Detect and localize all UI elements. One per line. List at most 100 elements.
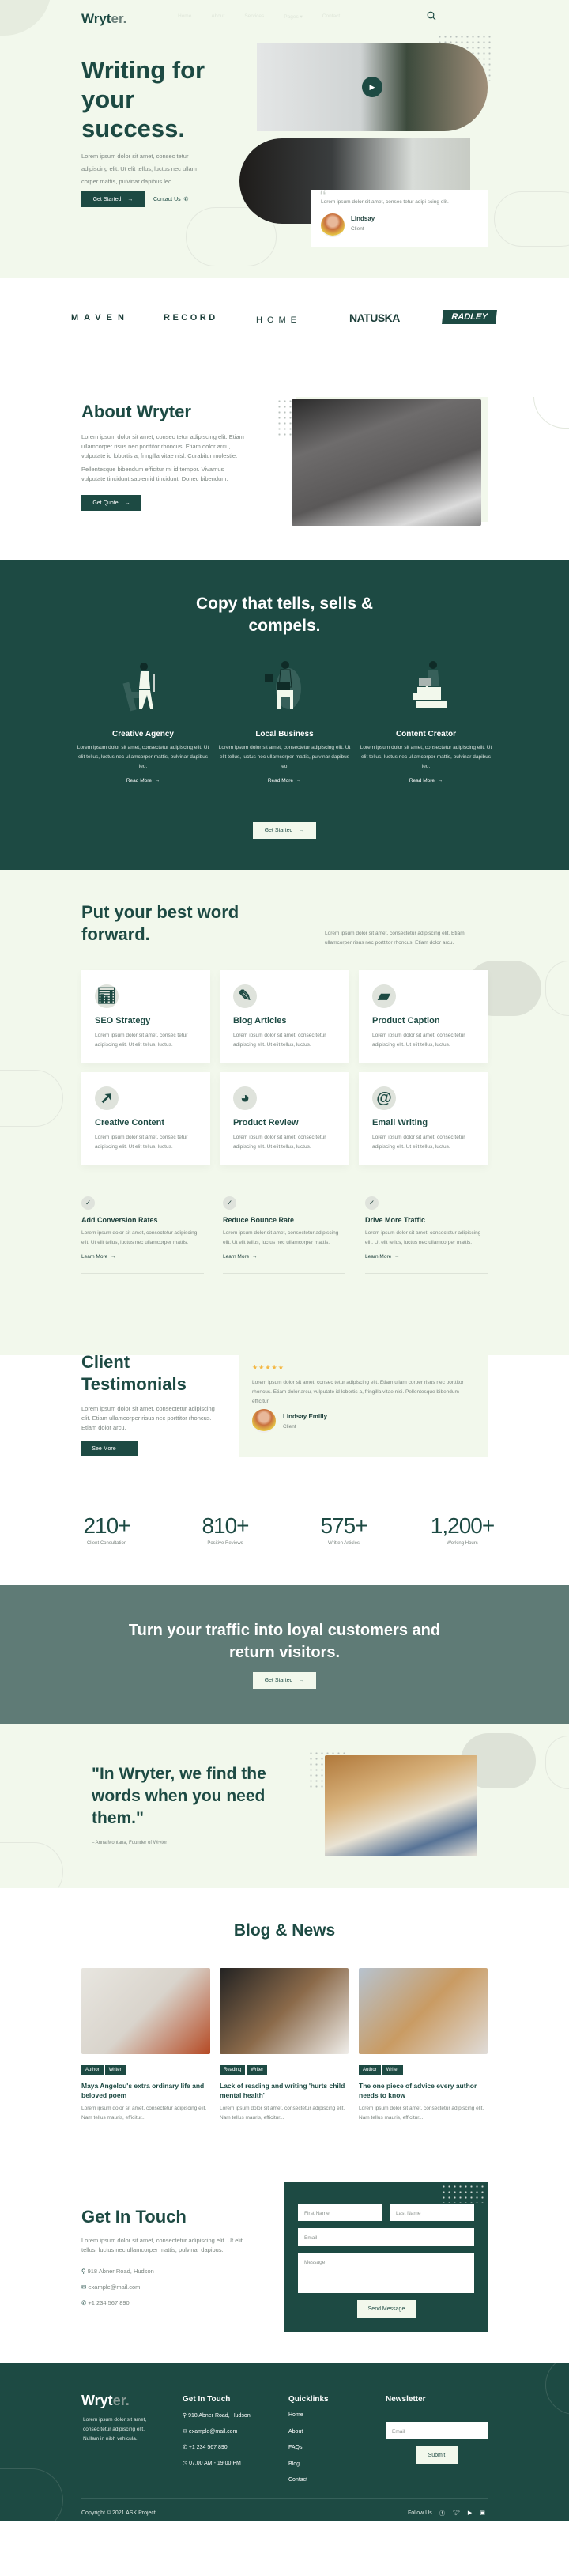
play-icon: ▶: [369, 82, 375, 91]
contact-phone[interactable]: ✆ +1 234 567 890: [81, 2298, 130, 2308]
facebook-icon[interactable]: ⓕ: [439, 2510, 445, 2517]
logo-home: HOME: [256, 315, 301, 325]
check-icon: ✓: [223, 1196, 236, 1210]
post-title[interactable]: Lack of reading and writing 'hurts child…: [220, 2081, 349, 2100]
pie-chart-icon: ◕: [233, 1086, 257, 1110]
service-text: Lorem ipsum dolor sit amet, consec tetur…: [372, 1135, 465, 1150]
newsletter-submit-button[interactable]: Submit: [416, 2446, 458, 2464]
newsletter-email-input[interactable]: Email: [386, 2422, 488, 2439]
nav-contact[interactable]: Contact: [322, 13, 340, 20]
at-icon: @: [372, 1086, 396, 1110]
linkedin-icon[interactable]: ▣: [480, 2510, 485, 2517]
hero-quote: Lorem ipsum dolor sit amet, consec tetur…: [321, 199, 449, 205]
footer-logo[interactable]: Wryter.: [81, 2393, 130, 2409]
check-icon: ✓: [81, 1196, 95, 1210]
post-tag[interactable]: Writer: [382, 2065, 403, 2075]
chevron-down-icon: ▾: [300, 14, 303, 20]
about-section: About Wryter Lorem ipsum dolor sit amet,…: [0, 397, 569, 560]
service-card[interactable]: ➚ Creative Content Lorem ipsum dolor sit…: [81, 1072, 210, 1165]
testimonials-title-line: Client: [81, 1355, 130, 1372]
logo-maven: MAVEN: [71, 313, 130, 323]
get-quote-button[interactable]: Get Quote →: [81, 495, 141, 511]
service-card[interactable]: 📊︎ SEO Strategy Lorem ipsum dolor sit am…: [81, 970, 210, 1063]
post-tag[interactable]: Author: [359, 2065, 381, 2075]
quicklink[interactable]: Blog: [288, 2461, 300, 2467]
logo[interactable]: Wryter.: [81, 11, 126, 27]
last-name-input[interactable]: Last Name: [390, 2204, 474, 2221]
decor-ring: [545, 1736, 569, 1789]
service-card[interactable]: ▰ Product Caption Lorem ipsum dolor sit …: [359, 970, 488, 1063]
arrow-right-icon: →: [296, 778, 302, 784]
learn-more-link[interactable]: Learn More →: [223, 1254, 345, 1260]
get-started-button[interactable]: Get Started →: [81, 191, 145, 207]
copy-item: Local Business Lorem ipsum dolor sit ame…: [217, 659, 352, 784]
nav-home[interactable]: Home: [178, 13, 191, 20]
hero-image-woman-headset: ▶: [257, 43, 488, 131]
email-input[interactable]: Email: [298, 2228, 474, 2246]
read-more-link[interactable]: Read More →: [217, 778, 352, 784]
see-more-button[interactable]: See More →: [81, 1441, 138, 1456]
post-tag[interactable]: Reading: [220, 2065, 246, 2075]
contact-text: Lorem ipsum dolor sit amet, consectetur …: [81, 2237, 243, 2253]
learn-more-link[interactable]: Learn More →: [365, 1254, 488, 1260]
service-title: Product Caption: [372, 1016, 440, 1025]
nav-pages[interactable]: Pages ▾: [284, 13, 303, 20]
service-text: Lorem ipsum dolor sit amet, consec tetur…: [95, 1033, 188, 1048]
post-title[interactable]: The one piece of advice every author nee…: [359, 2081, 488, 2100]
testimonials-text: Lorem ipsum dolor sit amet, consectetur …: [81, 1405, 215, 1431]
service-card[interactable]: @ Email Writing Lorem ipsum dolor sit am…: [359, 1072, 488, 1165]
cursor-click-icon: ➚: [95, 1086, 119, 1110]
quicklink[interactable]: About: [288, 2429, 303, 2434]
client-name: Lindsay: [351, 215, 375, 222]
quicklink[interactable]: FAQs: [288, 2445, 303, 2450]
quicklink[interactable]: Home: [288, 2412, 303, 2418]
first-name-input[interactable]: First Name: [298, 2204, 382, 2221]
newsletter-title: Newsletter: [386, 2395, 426, 2404]
button-label: Get Started: [264, 828, 293, 833]
contact-us-link[interactable]: Contact Us ✆: [153, 196, 188, 202]
service-title: Email Writing: [372, 1118, 428, 1127]
service-title: Blog Articles: [233, 1016, 287, 1025]
nav-about[interactable]: About: [211, 13, 224, 20]
service-text: Lorem ipsum dolor sit amet, consec tetur…: [233, 1135, 326, 1150]
post-tag[interactable]: Writer: [104, 2065, 126, 2075]
post-title[interactable]: Maya Angelou's extra ordinary life and b…: [81, 2081, 210, 2100]
service-card[interactable]: ◕ Product Review Lorem ipsum dolor sit a…: [220, 1072, 349, 1165]
get-started-button[interactable]: Get Started →: [253, 1672, 316, 1689]
post-tag[interactable]: Author: [81, 2065, 104, 2075]
client-role: Client: [351, 226, 364, 232]
hero-section: Wryter. Home About Services Pages ▾ Cont…: [0, 0, 569, 278]
footer-email[interactable]: ✉ example@mail.com: [183, 2428, 237, 2434]
contact-email[interactable]: ✉ example@mail.com: [81, 2283, 140, 2292]
nav-services[interactable]: Services: [244, 13, 264, 20]
footer-phone[interactable]: ✆ +1 234 567 890: [183, 2444, 228, 2450]
get-started-button[interactable]: Get Started →: [253, 822, 316, 839]
about-paragraph: Lorem ipsum dolor sit amet, consec tetur…: [81, 433, 244, 459]
mail-icon: ✉: [81, 2283, 87, 2291]
copy-title-line: Copy that tells, sells &: [195, 595, 374, 613]
read-more-link[interactable]: Read More →: [76, 778, 210, 784]
blog-post-card[interactable]: Author Writer Maya Angelou's extra ordina…: [81, 1968, 210, 2123]
post-tag[interactable]: Writer: [247, 2065, 268, 2075]
service-card[interactable]: ✎ Blog Articles Lorem ipsum dolor sit am…: [220, 970, 349, 1063]
illustration-1-icon: [217, 659, 352, 720]
check-icon: ✓: [365, 1196, 379, 1210]
search-icon[interactable]: [427, 11, 436, 21]
twitter-icon[interactable]: 🐦︎: [453, 2510, 460, 2517]
learn-more-link[interactable]: Learn More →: [81, 1254, 204, 1260]
youtube-icon[interactable]: ▶: [468, 2510, 472, 2517]
link-label: Read More: [409, 778, 435, 784]
blog-post-card[interactable]: Reading Writer Lack of reading and writin…: [220, 1968, 349, 2123]
quicklink[interactable]: Contact: [288, 2477, 307, 2483]
message-textarea[interactable]: Message: [298, 2253, 474, 2293]
copy-item-title: Local Business: [255, 730, 314, 738]
arrow-right-icon: →: [437, 778, 443, 784]
arrow-right-icon: →: [299, 828, 305, 833]
hero-title-line: your: [81, 85, 135, 113]
testimonial-role: Client: [283, 1424, 296, 1430]
send-message-button[interactable]: Send Message: [357, 2300, 416, 2318]
play-button[interactable]: ▶: [362, 77, 382, 97]
read-more-link[interactable]: Read More →: [359, 778, 493, 784]
stat-label: Client Consultation: [86, 1541, 127, 1546]
blog-post-card[interactable]: Author Writer The one piece of advice eve…: [359, 1968, 488, 2123]
